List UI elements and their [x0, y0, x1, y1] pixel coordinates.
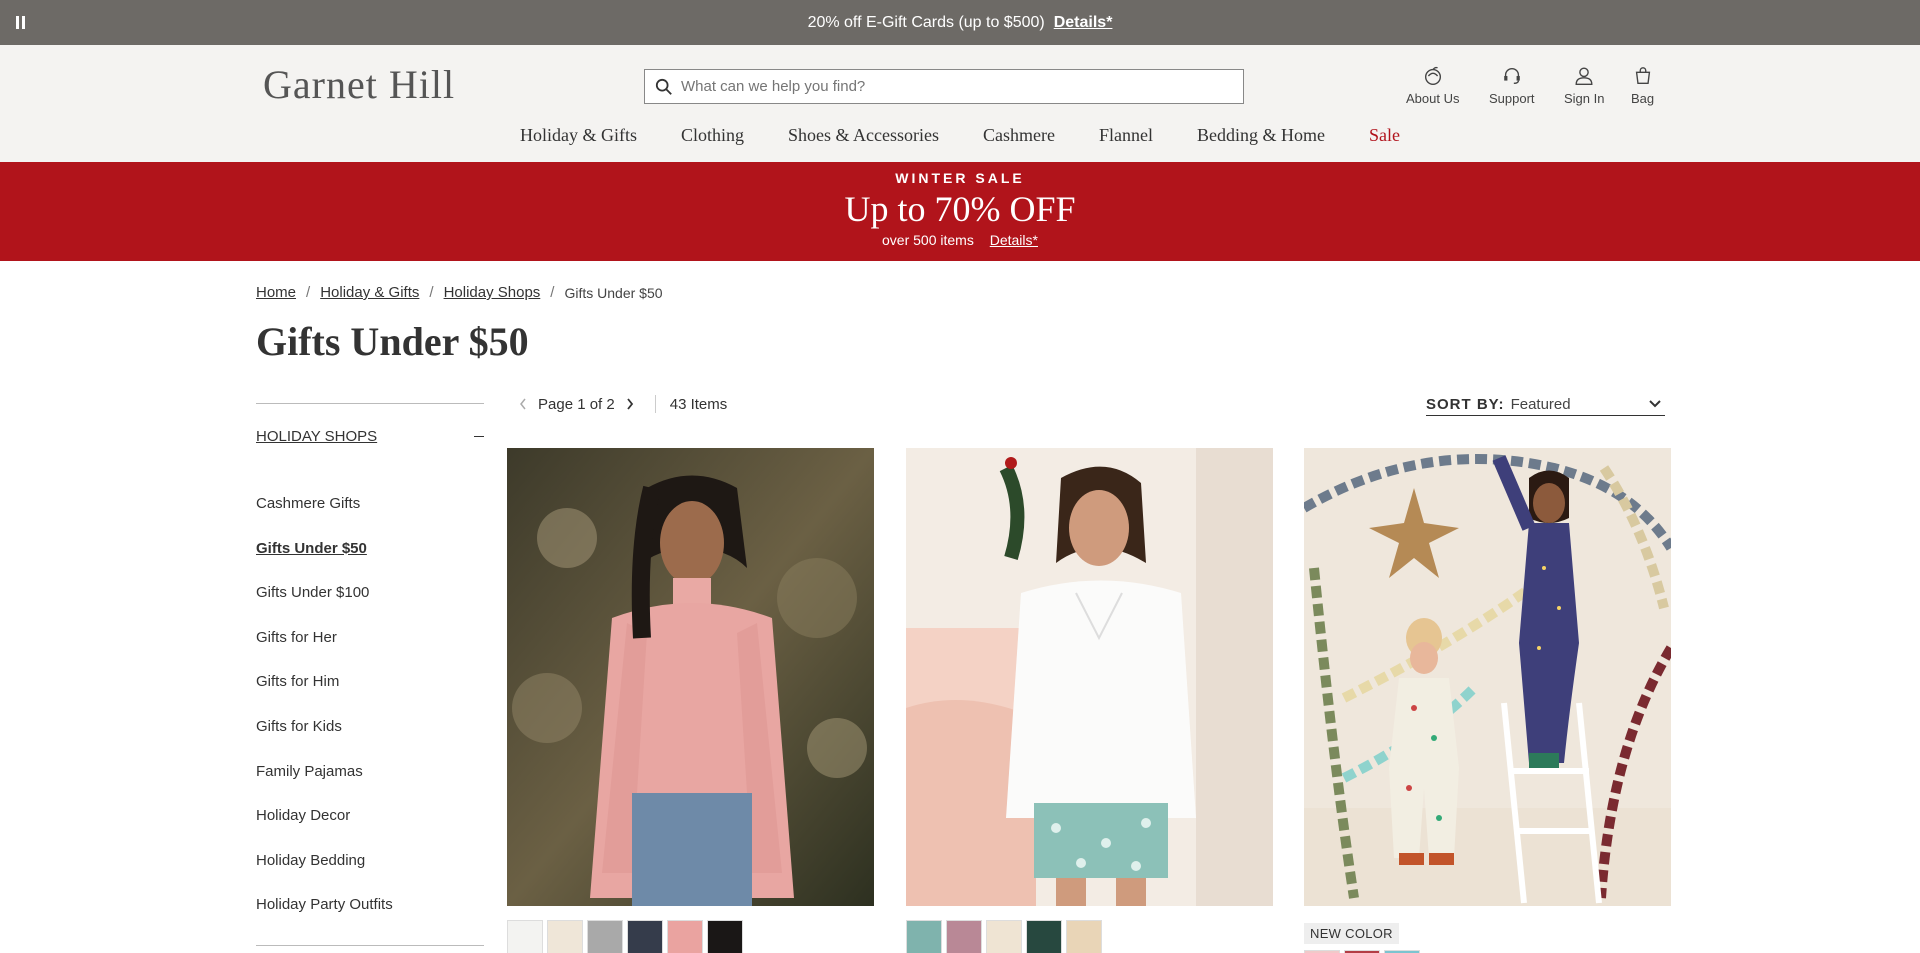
swatch-row [507, 920, 874, 953]
collapse-icon [474, 436, 484, 437]
logo[interactable]: Garnet Hill [263, 61, 455, 108]
support-label: Support [1489, 91, 1535, 106]
breadcrumb-separator: / [550, 284, 555, 301]
site-header: Garnet Hill About Us Support Sign In Bag… [0, 45, 1920, 162]
holiday-shops-toggle[interactable]: HOLIDAY SHOPS [256, 428, 484, 445]
item-count: 43 Items [669, 395, 728, 413]
sidebar-heading: HOLIDAY SHOPS [256, 428, 378, 445]
sidebar-item-gifts-for-kids[interactable]: Gifts for Kids [256, 718, 484, 763]
sale-headline: Up to 70% OFF [844, 189, 1076, 229]
sidebar: HOLIDAY SHOPS Cashmere Gifts Gifts Under… [256, 403, 484, 946]
color-swatch[interactable] [707, 920, 743, 953]
color-swatch[interactable] [667, 920, 703, 953]
promo-bar: 20% off E-Gift Cards (up to $500) Detail… [0, 0, 1920, 45]
breadcrumb-separator: / [429, 284, 434, 301]
chevron-down-icon [1649, 400, 1661, 408]
product-card[interactable] [906, 448, 1273, 953]
color-swatch[interactable] [587, 920, 623, 953]
sort-value: Featured [1510, 396, 1571, 413]
garnet-icon [1424, 66, 1441, 85]
sort-dropdown[interactable]: SORT BY: Featured [1426, 396, 1665, 416]
sidebar-item-holiday-decor[interactable]: Holiday Decor [256, 807, 484, 852]
product-card[interactable] [507, 448, 874, 953]
color-swatch[interactable] [906, 920, 942, 953]
nav-flannel[interactable]: Flannel [1099, 125, 1153, 146]
chevron-right-icon[interactable] [625, 397, 635, 411]
sign-in-link[interactable]: Sign In [1564, 65, 1604, 106]
color-swatch[interactable] [627, 920, 663, 953]
sidebar-item-gifts-for-her[interactable]: Gifts for Her [256, 629, 484, 674]
color-swatch[interactable] [1026, 920, 1062, 953]
nav-holiday-gifts[interactable]: Holiday & Gifts [520, 125, 637, 146]
product-image-kids-pajamas[interactable] [1301, 448, 1676, 906]
pagination: Page 1 of 2 43 Items [518, 395, 727, 413]
search-input[interactable] [681, 78, 1221, 95]
breadcrumb-separator: / [306, 284, 311, 301]
swatch-row [906, 920, 1273, 953]
support-link[interactable]: Support [1489, 65, 1535, 106]
sale-sub: over 500 items Details* [0, 232, 1920, 248]
sidebar-item-cashmere-gifts[interactable]: Cashmere Gifts [256, 495, 484, 540]
winter-sale-banner[interactable]: WINTER SALE Up to 70% OFF over 500 items… [0, 162, 1920, 261]
sort-label: SORT BY: [1426, 396, 1505, 413]
product-image-henley-pajama[interactable] [906, 448, 1273, 906]
sidebar-item-holiday-bedding[interactable]: Holiday Bedding [256, 852, 484, 897]
search-icon [655, 78, 672, 95]
breadcrumb-holiday-gifts[interactable]: Holiday & Gifts [320, 284, 419, 301]
nav-cashmere[interactable]: Cashmere [983, 125, 1055, 146]
headset-icon [1503, 67, 1520, 85]
nav-sale[interactable]: Sale [1369, 125, 1400, 146]
sidebar-list: Cashmere Gifts Gifts Under $50 Gifts Und… [256, 495, 484, 941]
breadcrumb: Home / Holiday & Gifts / Holiday Shops /… [256, 284, 663, 301]
sale-kicker: WINTER SALE [895, 170, 1025, 186]
sidebar-item-family-pajamas[interactable]: Family Pajamas [256, 763, 484, 808]
color-swatch[interactable] [986, 920, 1022, 953]
sign-in-label: Sign In [1564, 91, 1605, 106]
sale-sub-text: over 500 items [882, 232, 974, 248]
chevron-left-icon[interactable] [518, 397, 528, 411]
sale-details-link[interactable]: Details* [990, 232, 1038, 248]
promo-details-link[interactable]: Details* [1054, 14, 1113, 32]
about-us-label: About Us [1406, 91, 1460, 106]
sidebar-item-gifts-under-50[interactable]: Gifts Under $50 [256, 540, 484, 585]
sidebar-item-gifts-under-100[interactable]: Gifts Under $100 [256, 584, 484, 629]
sidebar-item-gifts-for-him[interactable]: Gifts for Him [256, 673, 484, 718]
main-nav: Holiday & Gifts Clothing Shoes & Accesso… [0, 125, 1920, 146]
breadcrumb-home[interactable]: Home [256, 284, 296, 301]
bag-link[interactable]: Bag [1631, 65, 1654, 106]
breadcrumb-current: Gifts Under $50 [564, 285, 663, 301]
color-swatch[interactable] [507, 920, 543, 953]
person-icon [1575, 67, 1593, 85]
product-card[interactable]: NEW COLOR [1301, 448, 1676, 953]
new-color-badge: NEW COLOR [1304, 923, 1399, 944]
nav-shoes-accessories[interactable]: Shoes & Accessories [788, 125, 939, 146]
breadcrumb-holiday-shops[interactable]: Holiday Shops [444, 284, 541, 301]
page-indicator: Page 1 of 2 [538, 395, 615, 413]
nav-bedding-home[interactable]: Bedding & Home [1197, 125, 1325, 146]
divider [654, 395, 656, 413]
search-bar[interactable] [644, 69, 1244, 104]
product-image-pink-turtleneck[interactable] [507, 448, 874, 906]
nav-clothing[interactable]: Clothing [681, 125, 744, 146]
bag-label: Bag [1631, 91, 1655, 106]
divider [256, 403, 484, 404]
sidebar-item-holiday-party-outfits[interactable]: Holiday Party Outfits [256, 896, 484, 941]
color-swatch[interactable] [1066, 920, 1102, 953]
color-swatch[interactable] [946, 920, 982, 953]
divider [256, 945, 484, 946]
bag-icon [1635, 67, 1650, 85]
page-title: Gifts Under $50 [256, 319, 529, 364]
about-us-link[interactable]: About Us [1406, 65, 1459, 106]
pause-icon[interactable] [16, 16, 26, 29]
color-swatch[interactable] [547, 920, 583, 953]
promo-text: 20% off E-Gift Cards (up to $500) [807, 13, 1045, 31]
